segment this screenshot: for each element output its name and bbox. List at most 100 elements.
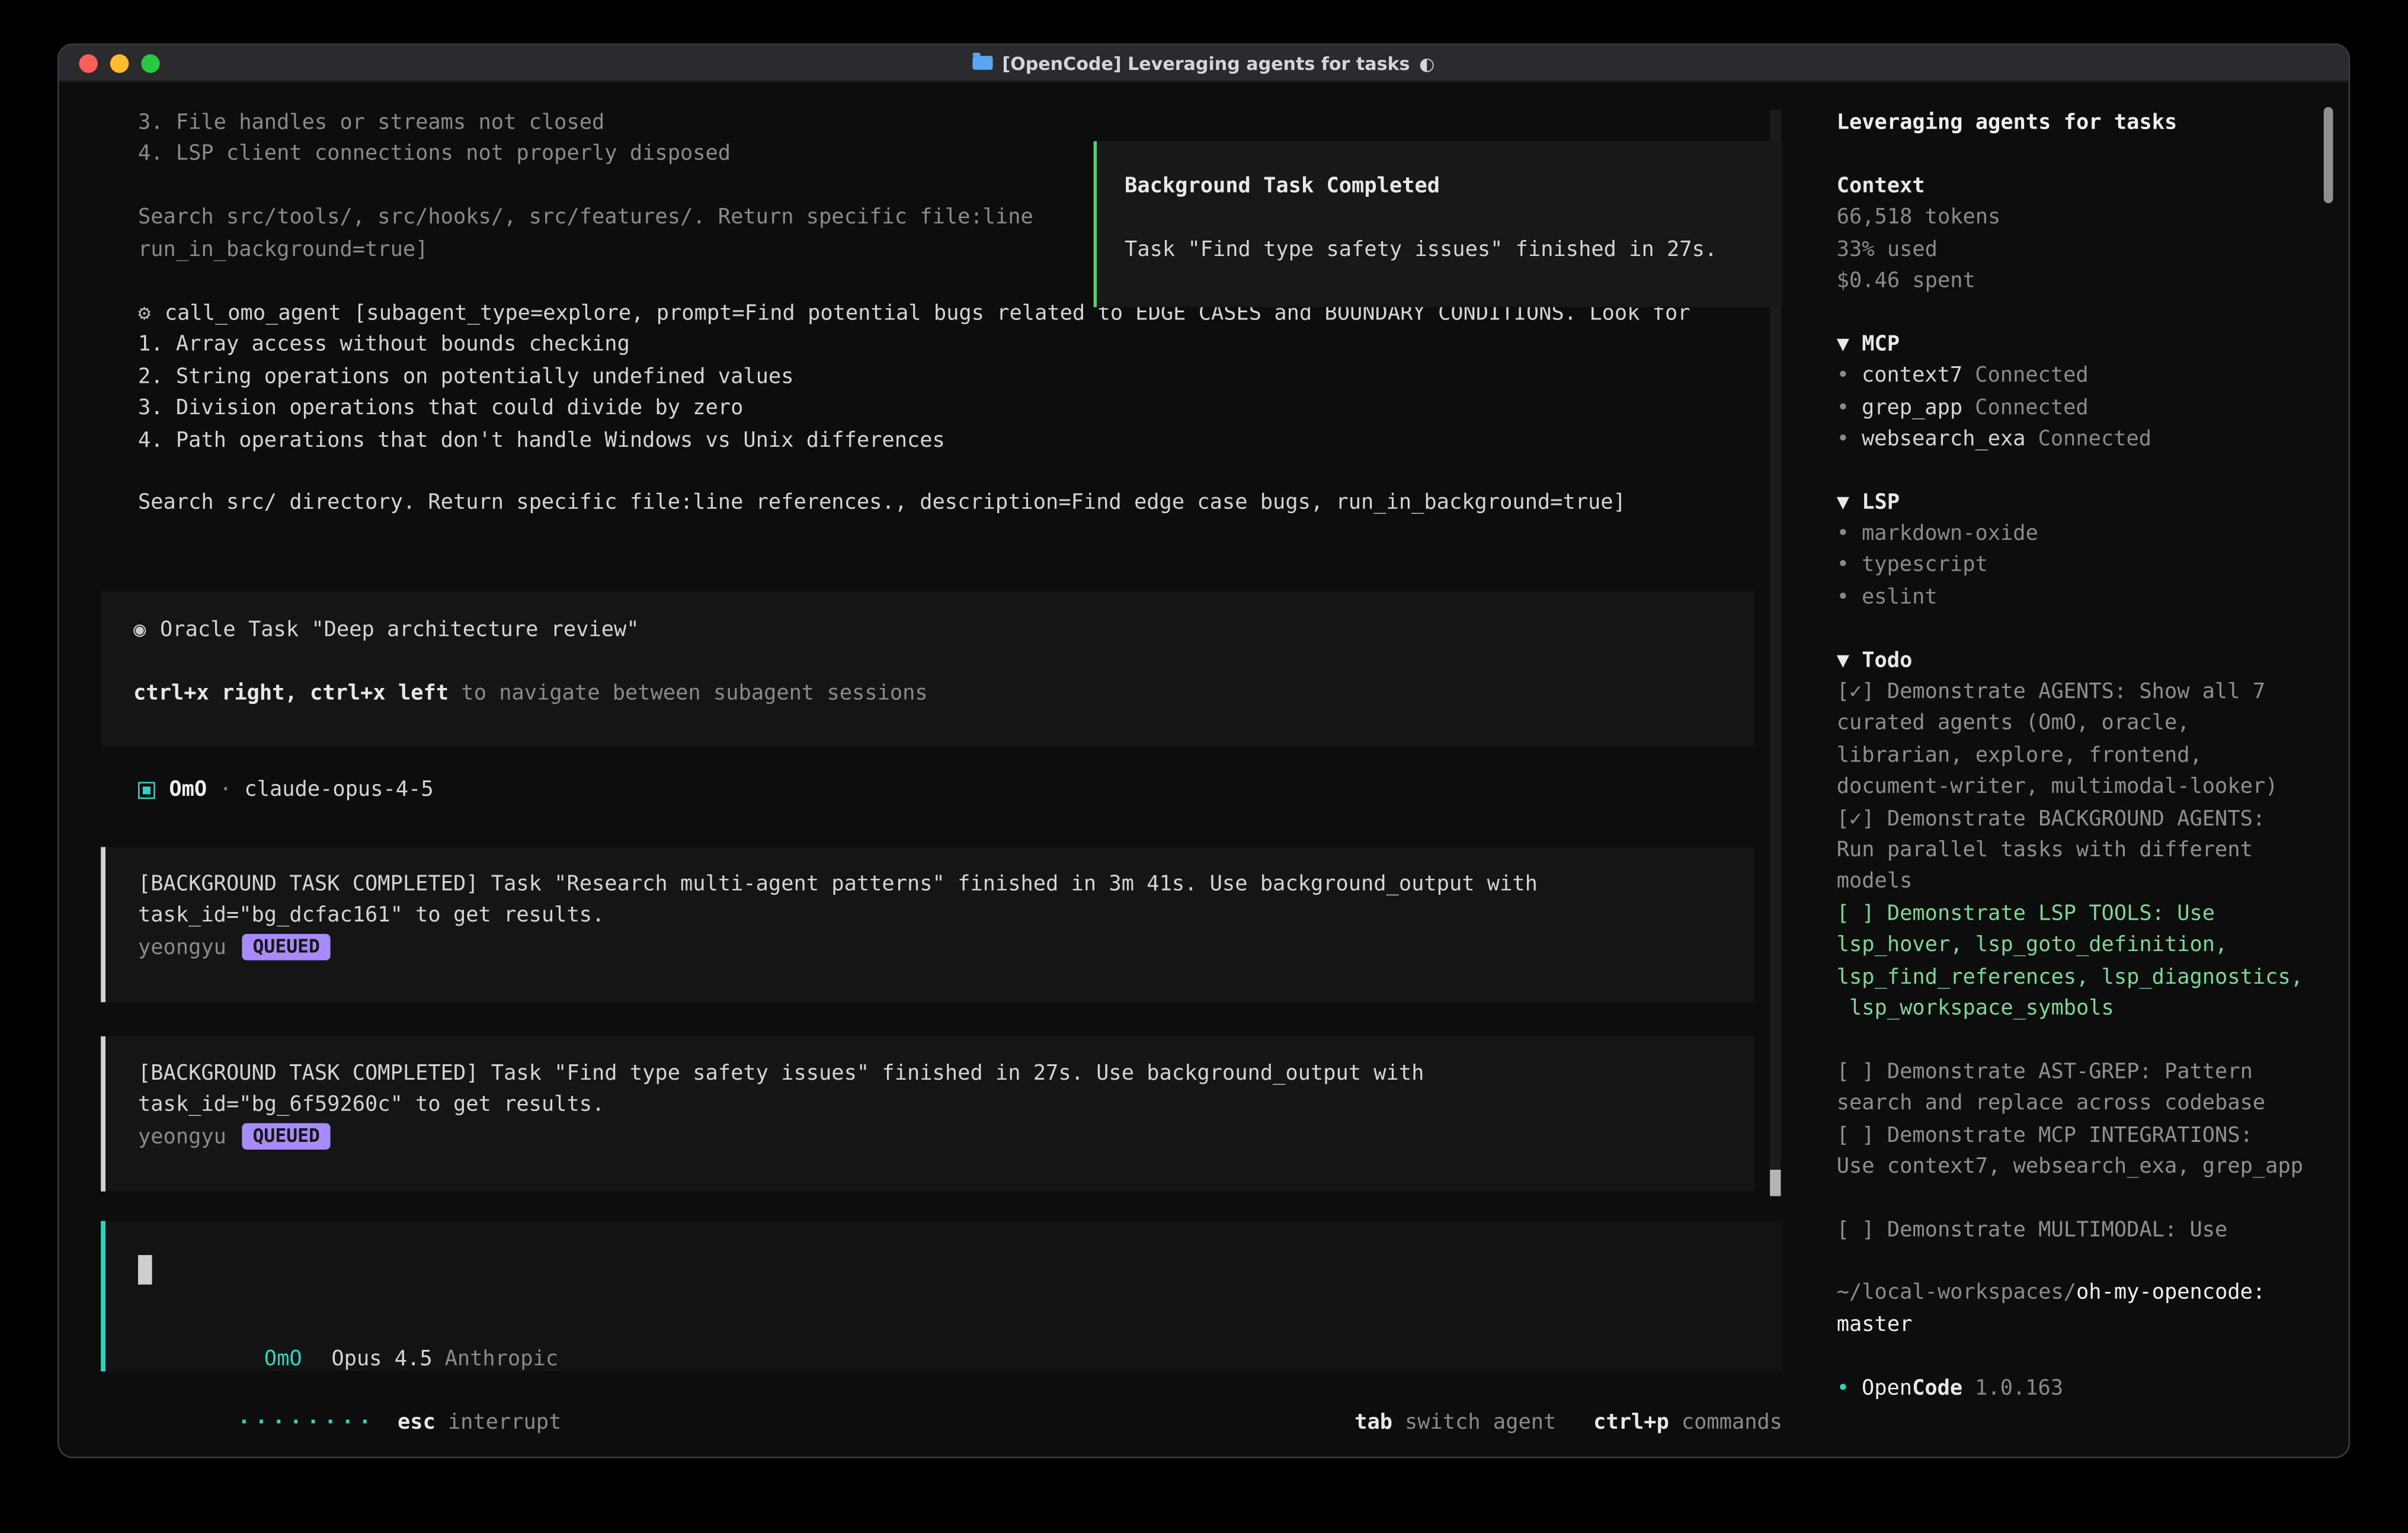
commands-key-hint: ctrl+p: [1593, 1411, 1669, 1436]
bullet-icon: •: [1837, 585, 1849, 610]
workspace-path-prefix: ~/local-workspaces/: [1837, 1281, 2076, 1305]
workspace-branch: master: [1837, 1309, 2324, 1340]
terminal-line: 1. Array access without bounds checking: [138, 329, 1690, 361]
esc-key-label: interrupt: [448, 1411, 562, 1436]
todo-line: Use context7, websearch_exa, grep_app: [1837, 1151, 2324, 1182]
hint-text: to navigate between subagent sessions: [449, 681, 928, 706]
hint-keys: ctrl+x right, ctrl+x left: [133, 681, 449, 706]
input-provider-name: Anthropic: [445, 1347, 559, 1372]
terminal-line: [138, 456, 1690, 488]
workspace-path: ~/local-workspaces/oh-my-opencode:: [1837, 1278, 2324, 1309]
agent-header: OmO · claude-opus-4-5: [138, 774, 434, 805]
tab-key-hint: tab: [1354, 1411, 1392, 1436]
main-scrollbar-thumb[interactable]: [1770, 1170, 1781, 1196]
background-task-toast: Background Task Completed Task "Find typ…: [1094, 141, 1782, 307]
app-name: Open: [1862, 1375, 1912, 1400]
commands-key-label: commands: [1682, 1411, 1782, 1436]
terminal-line: 3. Division operations that could divide…: [138, 393, 1690, 424]
minimize-button[interactable]: [110, 55, 129, 73]
bullet-icon: •: [1837, 363, 1849, 388]
app-version: 1.0.163: [1975, 1375, 2063, 1400]
spinner-icon: ········: [238, 1411, 376, 1436]
bullet-icon: •: [1837, 1375, 1849, 1400]
todo-line: [✓] Demonstrate BACKGROUND AGENTS:: [1837, 803, 2324, 834]
todo-item-active: [ ] Demonstrate LSP TOOLS: Use lsp_hover…: [1837, 898, 2324, 1025]
todo-line: search and replace across codebase: [1837, 1088, 2324, 1119]
transcript-intro: 3. File handles or streams not closed 4.…: [138, 107, 1033, 265]
input-model-name: Opus 4.5: [331, 1347, 432, 1372]
session-title: Leveraging agents for tasks: [1837, 107, 2324, 139]
text-cursor: [138, 1255, 152, 1285]
folder-icon: [973, 56, 993, 70]
lsp-item-name: typescript: [1862, 553, 1988, 578]
app-version-line: • OpenCode 1.0.163: [1837, 1372, 2324, 1404]
todo-item-done: [✓] Demonstrate AGENTS: Show all 7 curat…: [1837, 677, 2324, 804]
lsp-item-name: eslint: [1862, 585, 1938, 610]
message-block: [BACKGROUND TASK COMPLETED] Task "Resear…: [101, 847, 1754, 1002]
zoom-button[interactable]: [141, 55, 159, 73]
tab-key-label: switch agent: [1405, 1411, 1556, 1436]
titlebar: [OpenCode] Leveraging agents for tasks ◐: [59, 45, 2348, 82]
app-name-bold: Code: [1912, 1375, 1962, 1400]
sidebar: Leveraging agents for tasks Context 66,5…: [1813, 82, 2350, 1458]
todo-line: curated agents (OmO, oracle,: [1837, 708, 2324, 740]
lsp-item: • markdown-oxide: [1837, 519, 2324, 550]
todo-line: [ ] Demonstrate MULTIMODAL: Use: [1837, 1214, 2324, 1246]
lsp-item: • typescript: [1837, 550, 2324, 581]
lsp-heading: ▼ LSP: [1837, 487, 2324, 518]
status-right: tabswitch agentctrl+pcommands: [1228, 1376, 1782, 1407]
todo-item-pending: [ ] Demonstrate MULTIMODAL: Use: [1837, 1214, 2324, 1246]
todo-line: models: [1837, 866, 2324, 898]
agent-model: claude-opus-4-5: [244, 777, 433, 802]
content-area: 3. File handles or streams not closed 4.…: [59, 82, 2348, 1458]
agent-name: OmO: [169, 777, 207, 802]
screen: [OpenCode] Leveraging agents for tasks ◐…: [0, 0, 2407, 1533]
mcp-item: •websearch_exaConnected: [1837, 423, 2324, 455]
fisheye-icon: ◉: [133, 617, 146, 642]
oracle-task-text: Oracle Task "Deep architecture review": [160, 617, 639, 642]
bullet-icon: •: [1837, 521, 1849, 546]
moon-icon: ◐: [1419, 52, 1434, 74]
todo-line: [ ] Demonstrate AST-GREP: Pattern: [1837, 1056, 2324, 1087]
esc-key-hint: esc: [398, 1411, 436, 1436]
sidebar-scrollbar-thumb[interactable]: [2324, 107, 2333, 203]
toast-body: Task "Find type safety issues" finished …: [1125, 234, 1782, 265]
message-line: task_id="bg_6f59260c" to get results.: [138, 1090, 1754, 1121]
status-badge: QUEUED: [242, 1124, 331, 1151]
status-bar: ········escinterrupt tabswitch agentctrl…: [111, 1376, 1782, 1407]
todo-item-pending: [ ] Demonstrate AST-GREP: Pattern search…: [1837, 1056, 2324, 1119]
context-spent: $0.46 spent: [1837, 265, 2324, 297]
traffic-lights: [79, 55, 160, 73]
terminal-line: 3. File handles or streams not closed: [138, 107, 1033, 139]
todo-line: librarian, explore, frontend,: [1837, 740, 2324, 771]
todo-line: [ ] Demonstrate LSP TOOLS: Use: [1837, 898, 2324, 929]
lsp-item-name: markdown-oxide: [1862, 521, 2038, 546]
todo-line: lsp_find_references, lsp_diagnostics,: [1837, 961, 2324, 993]
mcp-item-status: Connected: [2038, 427, 2152, 452]
status-left: ········escinterrupt: [111, 1376, 561, 1407]
mcp-item: • grep_app Connected: [1837, 392, 2324, 423]
terminal-line: Search src/ directory. Return specific f…: [138, 488, 1690, 519]
message-block: [BACKGROUND TASK COMPLETED] Task "Find t…: [101, 1036, 1754, 1192]
tool-call-block: ⚙call_omo_agent [subagent_type=explore, …: [138, 298, 1690, 520]
message-meta: yeongyu QUEUED: [138, 1121, 1754, 1153]
close-button[interactable]: [79, 55, 98, 73]
prompt-input[interactable]: OmOOpus 4.5Anthropic: [101, 1221, 1782, 1371]
model-indicator: OmOOpus 4.5Anthropic: [138, 1313, 558, 1344]
todo-line: Run parallel tasks with different: [1837, 834, 2324, 866]
terminal-line: [138, 170, 1033, 201]
mcp-item-name: grep_app: [1862, 395, 1962, 420]
subagent-nav-hint: ctrl+x right, ctrl+x left to navigate be…: [133, 677, 1754, 709]
bullet-icon: •: [1837, 395, 1849, 420]
mcp-item-status: Connected: [1975, 395, 2089, 420]
bullet-icon: •: [1837, 553, 1849, 578]
message-line: [BACKGROUND TASK COMPLETED] Task "Find t…: [138, 1058, 1754, 1089]
opencode-window: [OpenCode] Leveraging agents for tasks ◐…: [57, 43, 2350, 1458]
terminal-line: 2. String operations on potentially unde…: [138, 361, 1690, 392]
message-line: task_id="bg_dcfac161" to get results.: [138, 900, 1754, 932]
message-line: [BACKGROUND TASK COMPLETED] Task "Resear…: [138, 869, 1754, 900]
todo-item-pending: [ ] Demonstrate MCP INTEGRATIONS: Use co…: [1837, 1119, 2324, 1183]
mcp-item-name: websearch_exa: [1862, 427, 2026, 452]
todo-line: lsp_workspace_symbols: [1837, 993, 2324, 1024]
context-heading: Context: [1837, 170, 2324, 201]
